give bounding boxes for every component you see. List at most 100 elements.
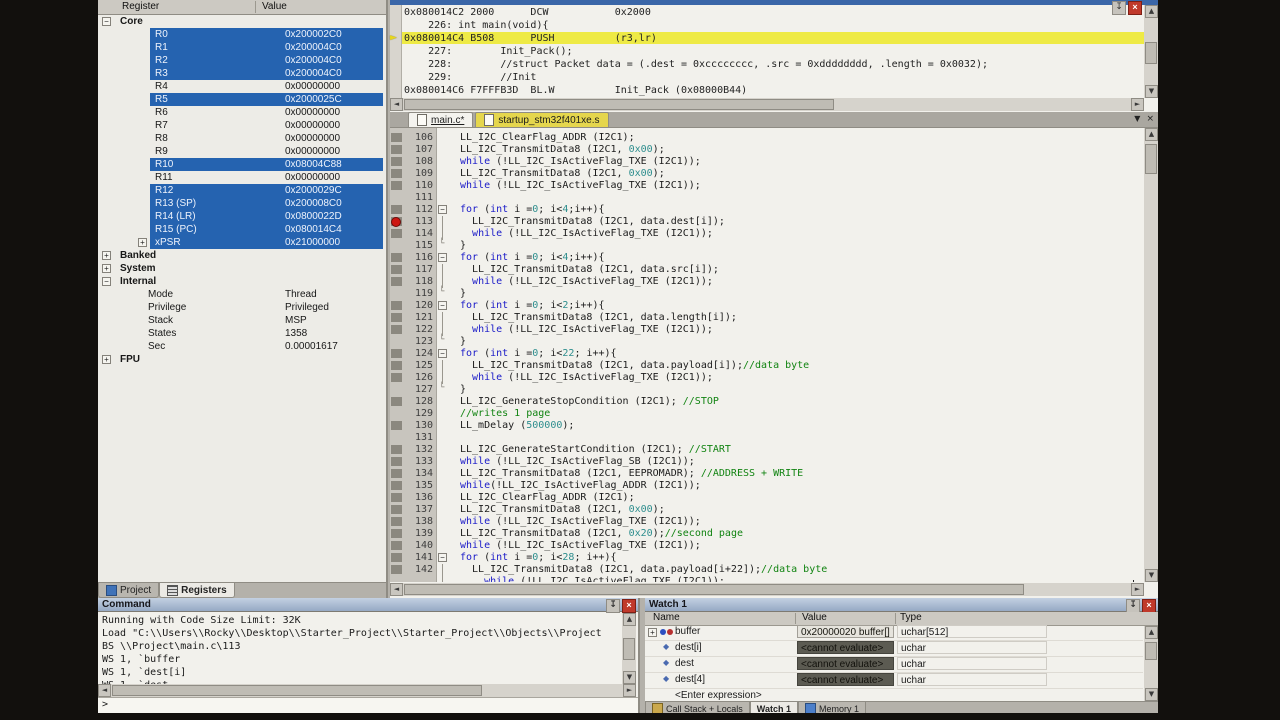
scroll-down-icon[interactable]: ▼: [1145, 85, 1158, 98]
scroll-left-icon[interactable]: ◄: [390, 98, 403, 111]
register-row[interactable]: −Core: [98, 15, 386, 28]
tab-startup-s[interactable]: startup_stm32f401xe.s: [475, 112, 608, 127]
command-input[interactable]: >: [98, 697, 638, 713]
register-row[interactable]: R100x08004C88: [98, 158, 386, 171]
watch-row[interactable]: ◆dest<cannot evaluate>uchar: [645, 657, 1143, 673]
column-divider[interactable]: [795, 613, 796, 624]
code-area[interactable]: 106LL_I2C_ClearFlag_ADDR (I2C1);107LL_I2…: [390, 128, 1144, 582]
register-row[interactable]: R30x200004C0: [98, 67, 386, 80]
vscroll-thumb[interactable]: [1145, 642, 1157, 660]
register-row[interactable]: R40x00000000: [98, 80, 386, 93]
scroll-up-icon[interactable]: ▲: [1145, 128, 1158, 141]
fold-collapse-icon[interactable]: −: [438, 553, 447, 562]
scroll-up-icon[interactable]: ▲: [1145, 626, 1158, 639]
scroll-left-icon[interactable]: ◄: [98, 684, 111, 697]
scroll-down-icon[interactable]: ▼: [1145, 688, 1158, 701]
breakpoint-marker[interactable]: [391, 217, 401, 227]
expand-icon[interactable]: +: [648, 628, 657, 637]
fold-collapse-icon[interactable]: −: [438, 301, 447, 310]
vscroll-thumb[interactable]: [623, 638, 635, 660]
watch-row[interactable]: ◆dest[4]<cannot evaluate>uchar: [645, 673, 1143, 689]
tab-list-dropdown-icon[interactable]: ▼: [1134, 114, 1140, 124]
fold-collapse-icon[interactable]: −: [438, 253, 447, 262]
watch-value[interactable]: 0x20000020 buffer[] "": [797, 625, 894, 638]
scroll-right-icon[interactable]: ►: [623, 684, 636, 697]
close-icon[interactable]: ×: [1128, 1, 1142, 15]
hscroll-thumb[interactable]: [404, 584, 1024, 595]
tab-main-c[interactable]: main.c*: [408, 112, 473, 127]
register-row[interactable]: R70x00000000: [98, 119, 386, 132]
tab-memory-1[interactable]: Memory 1: [798, 702, 866, 713]
tab-project[interactable]: Project: [98, 583, 159, 598]
pin-icon[interactable]: ↧: [1112, 1, 1126, 15]
scroll-down-icon[interactable]: ▼: [623, 671, 636, 684]
expand-icon[interactable]: +: [102, 251, 111, 260]
watch-value[interactable]: <cannot evaluate>: [797, 673, 894, 686]
register-row[interactable]: States1358: [98, 327, 386, 340]
register-row[interactable]: R110x00000000: [98, 171, 386, 184]
close-icon[interactable]: ×: [1142, 599, 1156, 613]
expand-icon[interactable]: +: [102, 355, 111, 364]
line-number: 112: [403, 204, 433, 216]
scroll-right-icon[interactable]: ►: [1131, 583, 1144, 596]
watch-titlebar[interactable]: Watch 1 ↧ ×: [645, 598, 1158, 612]
register-row[interactable]: R14 (LR)0x0800022D: [98, 210, 386, 223]
register-row[interactable]: +xPSR0x21000000: [98, 236, 386, 249]
disassembly-titlebar[interactable]: [390, 0, 1158, 5]
tab-call-stack-locals[interactable]: Call Stack + Locals: [645, 702, 750, 713]
register-row[interactable]: R20x200004C0: [98, 54, 386, 67]
register-row[interactable]: PrivilegePrivileged: [98, 301, 386, 314]
watch-row[interactable]: ◆dest[i]<cannot evaluate>uchar: [645, 641, 1143, 657]
tab-watch-1[interactable]: Watch 1: [750, 702, 798, 713]
scroll-right-icon[interactable]: ►: [1131, 98, 1144, 111]
register-row[interactable]: ModeThread: [98, 288, 386, 301]
register-row[interactable]: R00x200002C0: [98, 28, 386, 41]
hscroll-thumb[interactable]: [112, 685, 482, 696]
register-name: Sec: [148, 340, 165, 353]
pin-icon[interactable]: ↧: [1126, 599, 1140, 613]
pin-icon[interactable]: ↧: [606, 599, 620, 613]
vscroll-thumb[interactable]: [1145, 144, 1157, 174]
command-titlebar[interactable]: Command ↧ ×: [98, 598, 638, 612]
column-divider[interactable]: [255, 1, 256, 13]
expand-icon[interactable]: +: [138, 238, 147, 247]
collapse-icon[interactable]: −: [102, 277, 111, 286]
register-row[interactable]: R60x00000000: [98, 106, 386, 119]
register-row[interactable]: +Banked: [98, 249, 386, 262]
register-row[interactable]: +System: [98, 262, 386, 275]
register-row[interactable]: R50x2000025C: [98, 93, 386, 106]
collapse-icon[interactable]: −: [102, 17, 111, 26]
hscroll-thumb[interactable]: [404, 99, 834, 110]
watch-value[interactable]: <cannot evaluate>: [797, 641, 894, 654]
register-row[interactable]: −Internal: [98, 275, 386, 288]
watch-value[interactable]: <cannot evaluate>: [797, 657, 894, 670]
scroll-down-icon[interactable]: ▼: [1145, 569, 1158, 582]
fold-collapse-icon[interactable]: −: [438, 205, 447, 214]
close-icon[interactable]: ×: [622, 599, 636, 613]
register-row[interactable]: R15 (PC)0x080014C4: [98, 223, 386, 236]
executable-line-marker: [391, 181, 402, 190]
register-row[interactable]: R90x00000000: [98, 145, 386, 158]
register-row[interactable]: R120x2000029C: [98, 184, 386, 197]
close-document-icon[interactable]: ×: [1146, 114, 1154, 124]
expand-icon[interactable]: +: [102, 264, 111, 273]
variable-icon: ◆: [663, 674, 669, 683]
code-line: 132LL_I2C_GenerateStartCondition (I2C1);…: [390, 444, 1144, 456]
scroll-up-icon[interactable]: ▲: [623, 613, 636, 626]
enter-expression-field[interactable]: <Enter expression>: [675, 690, 762, 701]
register-row[interactable]: R13 (SP)0x200008C0: [98, 197, 386, 210]
register-row[interactable]: StackMSP: [98, 314, 386, 327]
watch-row[interactable]: +buffer0x20000020 buffer[] ""uchar[512]: [645, 625, 1143, 641]
register-row[interactable]: +FPU: [98, 353, 386, 366]
scroll-left-icon[interactable]: ◄: [390, 583, 403, 596]
editor-vscrollbar[interactable]: [1144, 128, 1158, 582]
register-row[interactable]: R80x00000000: [98, 132, 386, 145]
tab-registers[interactable]: Registers: [159, 583, 235, 598]
line-number: 107: [403, 144, 433, 156]
column-divider[interactable]: [895, 613, 896, 624]
register-row[interactable]: Sec0.00001617: [98, 340, 386, 353]
vscroll-thumb[interactable]: [1145, 42, 1157, 64]
register-row[interactable]: R10x200004C0: [98, 41, 386, 54]
scroll-up-icon[interactable]: ▲: [1145, 5, 1158, 18]
fold-collapse-icon[interactable]: −: [438, 349, 447, 358]
